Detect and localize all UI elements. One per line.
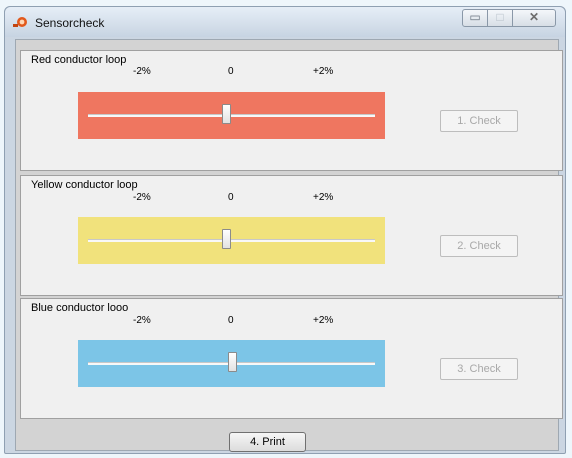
minimize-button[interactable]: ▭ [462,9,488,27]
title-bar[interactable]: Sensorcheck ▭ □ ✕ [5,7,565,37]
window-title: Sensorcheck [35,16,105,30]
slider-track [88,239,375,242]
check-1-button[interactable]: 1. Check [440,110,518,132]
close-button[interactable]: ✕ [512,9,556,27]
panel-title: Yellow conductor loop [31,179,138,191]
panel-red-conductor-loop: Red conductor loop -2% 0 +2% 1. Check [20,50,563,171]
tick-label-min: -2% [133,192,151,203]
tick-label-mid: 0 [228,315,234,326]
check-3-button[interactable]: 3. Check [440,358,518,380]
tick-label-max: +2% [313,66,334,77]
tick-label-mid: 0 [228,66,234,77]
maximize-icon: □ [496,10,504,24]
panel-blue-conductor-loop: Blue conductor looo -2% 0 +2% 3. Check [20,298,563,419]
slider-thumb[interactable] [221,229,231,249]
slider-thumb[interactable] [227,352,237,372]
tick-label-min: -2% [133,66,151,77]
check-2-button[interactable]: 2. Check [440,235,518,257]
slider-thumb[interactable] [221,104,231,124]
print-button[interactable]: 4. Print [229,432,306,452]
client-area: Red conductor loop -2% 0 +2% 1. Check Ye… [15,39,563,452]
red-slider[interactable] [78,92,385,139]
tick-label-mid: 0 [228,192,234,203]
sensorcheck-window: Sensorcheck ▭ □ ✕ Red conductor loop -2%… [4,6,566,454]
blue-slider[interactable] [78,340,385,387]
panel-yellow-conductor-loop: Yellow conductor loop -2% 0 +2% 2. Check [20,175,563,296]
yellow-slider[interactable] [78,217,385,264]
minimize-icon: ▭ [469,10,481,24]
tick-label-max: +2% [313,315,334,326]
maximize-button: □ [487,9,513,27]
app-icon [13,17,27,27]
panel-title: Red conductor loop [31,54,127,66]
slider-track [88,114,375,117]
close-icon: ✕ [528,10,540,24]
tick-label-max: +2% [313,192,334,203]
panel-title: Blue conductor looo [31,302,129,314]
tick-label-min: -2% [133,315,151,326]
